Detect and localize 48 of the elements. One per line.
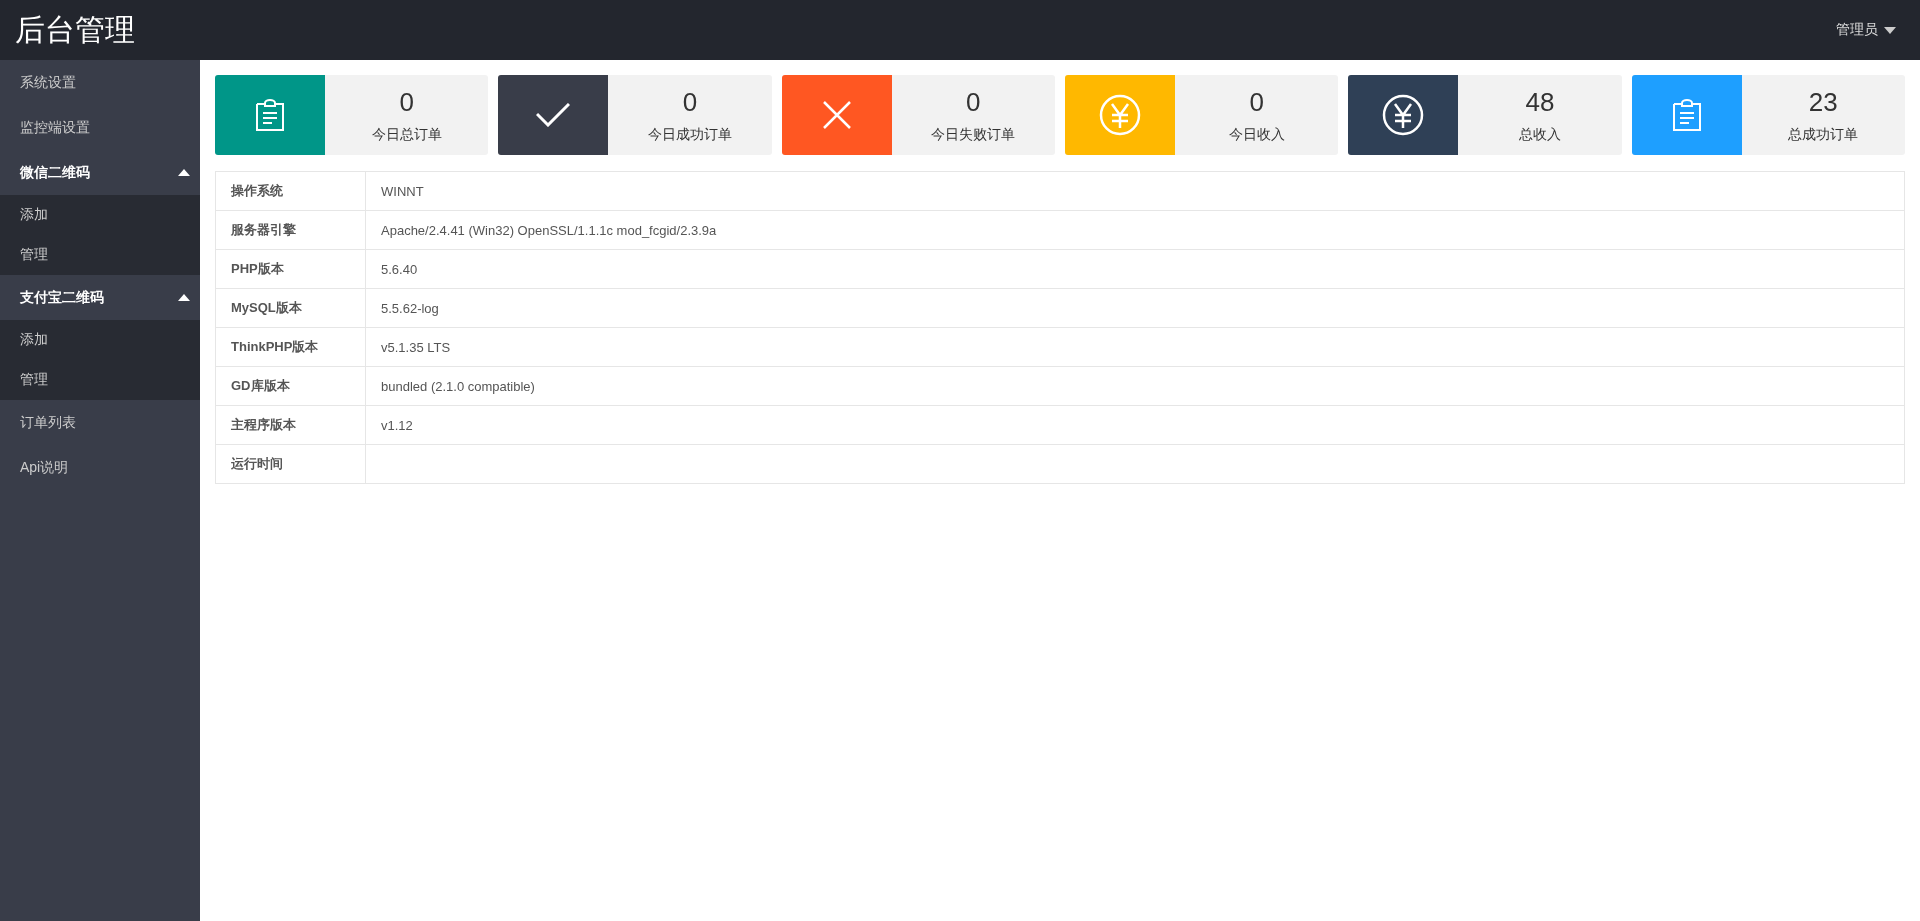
table-cell: MySQL版本 [215,288,366,328]
table-cell: 5.5.62-log [365,288,1905,328]
clipboard-icon [255,99,285,131]
caret-icon [1884,26,1896,34]
sidebar-item[interactable]: 微信二维码 [0,150,200,195]
table-cell: 服务器引擎 [215,210,366,250]
yen-coin-icon [1099,94,1141,136]
table-cell: GD库版本 [215,366,366,406]
stat-label: 今日收入 [1228,125,1285,144]
stat-value: 0 [966,86,981,118]
caret-icon [178,294,190,301]
table-cell: v1.12 [365,405,1905,445]
yen-coin-icon [1382,94,1425,136]
clipboard-icon [1671,99,1702,131]
stat-label: 今日成功订单 [648,125,732,144]
table-cell: v5.1.35 LTS [365,327,1905,367]
sidebar-item[interactable]: 订单列表 [0,400,200,445]
table-cell: PHP版本 [215,249,366,289]
stat-label: 今日失败订单 [931,125,1016,144]
stat-value: 0 [399,86,414,118]
sidebar-subitem[interactable]: 添加 [0,320,200,360]
table-cell: 操作系统 [215,171,366,211]
sidebar-item[interactable]: 支付宝二维码 [0,275,200,320]
sidebar-subitem[interactable]: 管理 [0,235,200,275]
table-cell: Apache/2.4.41 (Win32) OpenSSL/1.1.1c mod_fcgid/2.3.9a [365,210,1905,250]
sidebar-item[interactable]: 监控端设置 [0,105,200,150]
check-icon [536,103,571,127]
table-cell: 主程序版本 [215,405,366,445]
table-cell: 5.6.40 [365,249,1905,289]
stat-value: 23 [1808,86,1838,118]
stat-label: 今日总订单 [371,125,442,144]
table-cell: bundled (2.1.0 compatible) [365,366,1905,406]
stat-value: 48 [1525,86,1555,118]
close-icon [822,101,851,129]
sidebar-item[interactable]: Api说明 [0,445,200,490]
stat-value: 0 [1249,86,1264,118]
stat-label: 总收入 [1518,125,1561,144]
table-cell: ThinkPHP版本 [215,327,366,367]
table-cell: WINNT [365,171,1905,211]
caret-icon [178,169,190,176]
sidebar-subitem[interactable]: 添加 [0,195,200,235]
table-cell: 运行时间 [215,444,366,484]
app-title: 后台管理 [15,11,135,48]
stat-value: 0 [682,86,698,118]
sidebar-item[interactable]: 系统设置 [0,60,200,105]
user-menu[interactable]: 管理员 [1830,17,1902,43]
stat-label: 总成功订单 [1788,125,1859,144]
sidebar-subitem[interactable]: 管理 [0,360,200,400]
